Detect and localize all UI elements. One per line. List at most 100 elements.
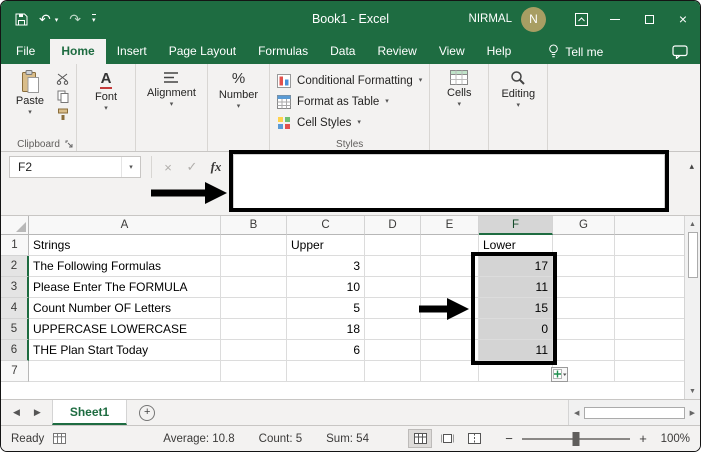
conditional-formatting-button[interactable]: Conditional Formatting ▾: [277, 70, 422, 91]
close-button[interactable]: ×: [666, 1, 700, 37]
formula-bar-collapse-button[interactable]: ▴: [689, 161, 694, 172]
name-box-caret-icon[interactable]: ▾: [121, 157, 140, 177]
paste-button[interactable]: Paste ▾: [8, 68, 52, 118]
undo-caret-icon[interactable]: ▾: [55, 16, 59, 26]
cell-d6[interactable]: [365, 340, 421, 361]
cell-a7[interactable]: [29, 361, 221, 382]
enter-icon[interactable]: ✓: [180, 159, 204, 175]
sheet-tab-sheet1[interactable]: Sheet1: [52, 400, 127, 425]
column-header-a[interactable]: A: [29, 216, 221, 235]
user-name[interactable]: NIRMAL: [469, 13, 512, 25]
cell-g6[interactable]: [553, 340, 615, 361]
vertical-scroll-thumb[interactable]: [688, 232, 698, 278]
cell-f1[interactable]: Lower: [479, 235, 553, 256]
cell-b6[interactable]: [221, 340, 287, 361]
insert-function-button[interactable]: fx: [204, 159, 228, 175]
zoom-slider[interactable]: [522, 438, 630, 440]
macro-record-button[interactable]: [53, 433, 66, 444]
cell-e3[interactable]: [421, 277, 479, 298]
cell-g3[interactable]: [553, 277, 615, 298]
cell-c2[interactable]: 3: [287, 256, 365, 277]
page-layout-view-button[interactable]: [435, 429, 459, 448]
scroll-right-icon[interactable]: ▶: [685, 409, 700, 417]
undo-button[interactable]: ↶: [39, 12, 51, 26]
tab-help[interactable]: Help: [476, 39, 523, 64]
zoom-level[interactable]: 100%: [656, 433, 690, 445]
column-header-b[interactable]: B: [221, 216, 287, 235]
cell-a2[interactable]: The Following Formulas: [29, 256, 221, 277]
font-button[interactable]: A Font ▾: [84, 68, 128, 114]
cell-a5[interactable]: UPPERCASE LOWERCASE: [29, 319, 221, 340]
column-header-d[interactable]: D: [365, 216, 421, 235]
tab-review[interactable]: Review: [366, 39, 427, 64]
number-button[interactable]: % Number ▾: [215, 68, 262, 112]
sheet-nav-left-icon[interactable]: ◀: [1, 400, 27, 425]
cell-b1[interactable]: [221, 235, 287, 256]
zoom-slider-thumb[interactable]: [573, 432, 580, 446]
cell-a3[interactable]: Please Enter The FORMULA: [29, 277, 221, 298]
tab-formulas[interactable]: Formulas: [247, 39, 319, 64]
tab-insert[interactable]: Insert: [106, 39, 158, 64]
cell-e7[interactable]: [421, 361, 479, 382]
tab-file[interactable]: File: [1, 39, 50, 64]
cell-e6[interactable]: [421, 340, 479, 361]
save-icon[interactable]: [15, 13, 28, 26]
minimize-button[interactable]: [598, 1, 632, 37]
cell-d5[interactable]: [365, 319, 421, 340]
cell-f6[interactable]: 11: [479, 340, 553, 361]
tab-home[interactable]: Home: [50, 39, 105, 64]
scroll-down-icon[interactable]: ▼: [685, 383, 700, 399]
cell-c1[interactable]: Upper: [287, 235, 365, 256]
row-header-2[interactable]: 2: [1, 256, 29, 277]
comments-button[interactable]: [672, 39, 688, 64]
cell-d2[interactable]: [365, 256, 421, 277]
format-as-table-button[interactable]: Format as Table ▾: [277, 91, 422, 112]
customize-qat-button[interactable]: ▾: [92, 14, 96, 24]
column-header-f[interactable]: F: [479, 216, 553, 235]
row-header-5[interactable]: 5: [1, 319, 29, 340]
page-break-view-button[interactable]: [462, 429, 486, 448]
tab-view[interactable]: View: [428, 39, 476, 64]
editing-button[interactable]: Editing ▾: [496, 68, 540, 111]
tell-me-button[interactable]: Tell me: [548, 39, 603, 64]
copy-icon[interactable]: [57, 90, 69, 103]
cell-b4[interactable]: [221, 298, 287, 319]
row-header-4[interactable]: 4: [1, 298, 29, 319]
cell-f2[interactable]: 17: [479, 256, 553, 277]
zoom-in-button[interactable]: +: [637, 431, 649, 446]
row-header-3[interactable]: 3: [1, 277, 29, 298]
user-avatar[interactable]: N: [521, 7, 546, 32]
formula-input[interactable]: =SUMPRODUCT(LEN(A2)-LEN(SUBSTITUTE(A2,CH…: [233, 154, 665, 210]
cell-g5[interactable]: [553, 319, 615, 340]
ribbon-display-options-button[interactable]: [564, 1, 598, 37]
cell-a6[interactable]: THE Plan Start Today: [29, 340, 221, 361]
cell-c4[interactable]: 5: [287, 298, 365, 319]
select-all-corner[interactable]: [1, 216, 29, 235]
row-header-6[interactable]: 6: [1, 340, 29, 361]
cell-g4[interactable]: [553, 298, 615, 319]
clipboard-dialog-launcher[interactable]: [65, 140, 73, 148]
column-header-c[interactable]: C: [287, 216, 365, 235]
column-header-e[interactable]: E: [421, 216, 479, 235]
cut-icon[interactable]: [56, 73, 69, 85]
auto-fill-options-button[interactable]: [551, 367, 568, 387]
cell-c6[interactable]: 6: [287, 340, 365, 361]
new-sheet-button[interactable]: +: [139, 405, 155, 421]
cell-e1[interactable]: [421, 235, 479, 256]
cell-e2[interactable]: [421, 256, 479, 277]
cell-b5[interactable]: [221, 319, 287, 340]
cell-c7[interactable]: [287, 361, 365, 382]
tab-page-layout[interactable]: Page Layout: [158, 39, 247, 64]
alignment-button[interactable]: Alignment ▾: [143, 68, 200, 110]
cell-a1[interactable]: Strings: [29, 235, 221, 256]
cells-button[interactable]: Cells ▾: [437, 68, 481, 110]
horizontal-scroll-thumb[interactable]: [584, 407, 684, 419]
row-header-1[interactable]: 1: [1, 235, 29, 256]
cell-a4[interactable]: Count Number OF Letters: [29, 298, 221, 319]
cell-c5[interactable]: 18: [287, 319, 365, 340]
maximize-button[interactable]: [632, 1, 666, 37]
cancel-icon[interactable]: ×: [156, 160, 180, 175]
cell-b7[interactable]: [221, 361, 287, 382]
zoom-out-button[interactable]: −: [503, 431, 515, 446]
scroll-left-icon[interactable]: ◀: [569, 409, 584, 417]
